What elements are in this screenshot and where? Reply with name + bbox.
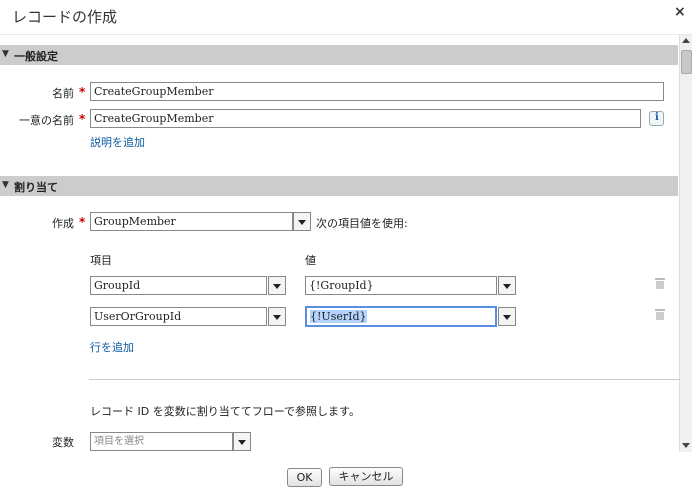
required-marker: * xyxy=(79,112,86,126)
trash-icon[interactable] xyxy=(655,278,665,289)
general-section-title: 一般設定 xyxy=(14,50,58,63)
collapse-triangle-icon[interactable]: ▼ xyxy=(2,49,9,59)
info-icon-glyph: i xyxy=(655,112,659,123)
collapse-triangle-icon[interactable]: ▼ xyxy=(2,180,9,190)
ok-button[interactable]: OK xyxy=(287,468,322,487)
scroll-down-arrow-icon[interactable] xyxy=(680,440,692,452)
record-id-note: レコード ID を変数に割り当ててフローで参照します。 xyxy=(90,405,360,418)
required-marker: * xyxy=(79,85,86,99)
close-icon[interactable]: × xyxy=(674,4,686,20)
assignment-section-title: 割り当て xyxy=(14,181,58,194)
value-column-header: 値 xyxy=(305,254,316,267)
general-section-header[interactable]: ▼ 一般設定 xyxy=(0,45,678,65)
trash-icon[interactable] xyxy=(655,309,665,320)
assignment-section-header[interactable]: ▼ 割り当て xyxy=(0,176,678,196)
chevron-down-icon[interactable] xyxy=(498,307,516,326)
scroll-up-arrow-icon[interactable] xyxy=(680,35,692,47)
title-divider xyxy=(0,34,692,35)
scrollbar[interactable] xyxy=(679,35,692,452)
value-input-focused[interactable]: {!UserId} xyxy=(305,306,497,327)
object-select[interactable]: GroupMember xyxy=(90,212,293,231)
unique-name-label: 一意の名前 xyxy=(19,114,74,127)
use-values-text: 次の項目値を使用: xyxy=(316,217,408,230)
value-input[interactable]: {!GroupId} xyxy=(305,276,497,295)
section-divider xyxy=(89,379,680,380)
chevron-down-icon[interactable] xyxy=(293,212,311,231)
required-marker: * xyxy=(79,215,86,229)
scrollbar-thumb[interactable] xyxy=(681,50,692,74)
chevron-down-icon[interactable] xyxy=(498,276,516,295)
info-icon[interactable]: i xyxy=(649,111,664,126)
add-row-link[interactable]: 行を追加 xyxy=(90,339,134,355)
variable-select[interactable]: 項目を選択 xyxy=(90,432,233,451)
field-select[interactable]: GroupId xyxy=(90,276,267,295)
field-select[interactable]: UserOrGroupId xyxy=(90,307,267,326)
selected-value-text: {!UserId} xyxy=(310,310,367,323)
unique-name-field[interactable]: CreateGroupMember xyxy=(90,109,641,128)
chevron-down-icon[interactable] xyxy=(268,307,286,326)
chevron-down-icon[interactable] xyxy=(233,432,251,451)
dialog-title: レコードの作成 xyxy=(12,8,118,26)
chevron-down-icon[interactable] xyxy=(268,276,286,295)
name-field[interactable]: CreateGroupMember xyxy=(90,82,664,101)
cancel-button[interactable]: キャンセル xyxy=(329,467,403,486)
variable-label: 変数 xyxy=(52,436,74,449)
create-label: 作成 xyxy=(52,217,74,230)
name-label: 名前 xyxy=(52,87,74,100)
field-column-header: 項目 xyxy=(90,254,112,267)
add-description-link[interactable]: 説明を追加 xyxy=(90,134,145,150)
